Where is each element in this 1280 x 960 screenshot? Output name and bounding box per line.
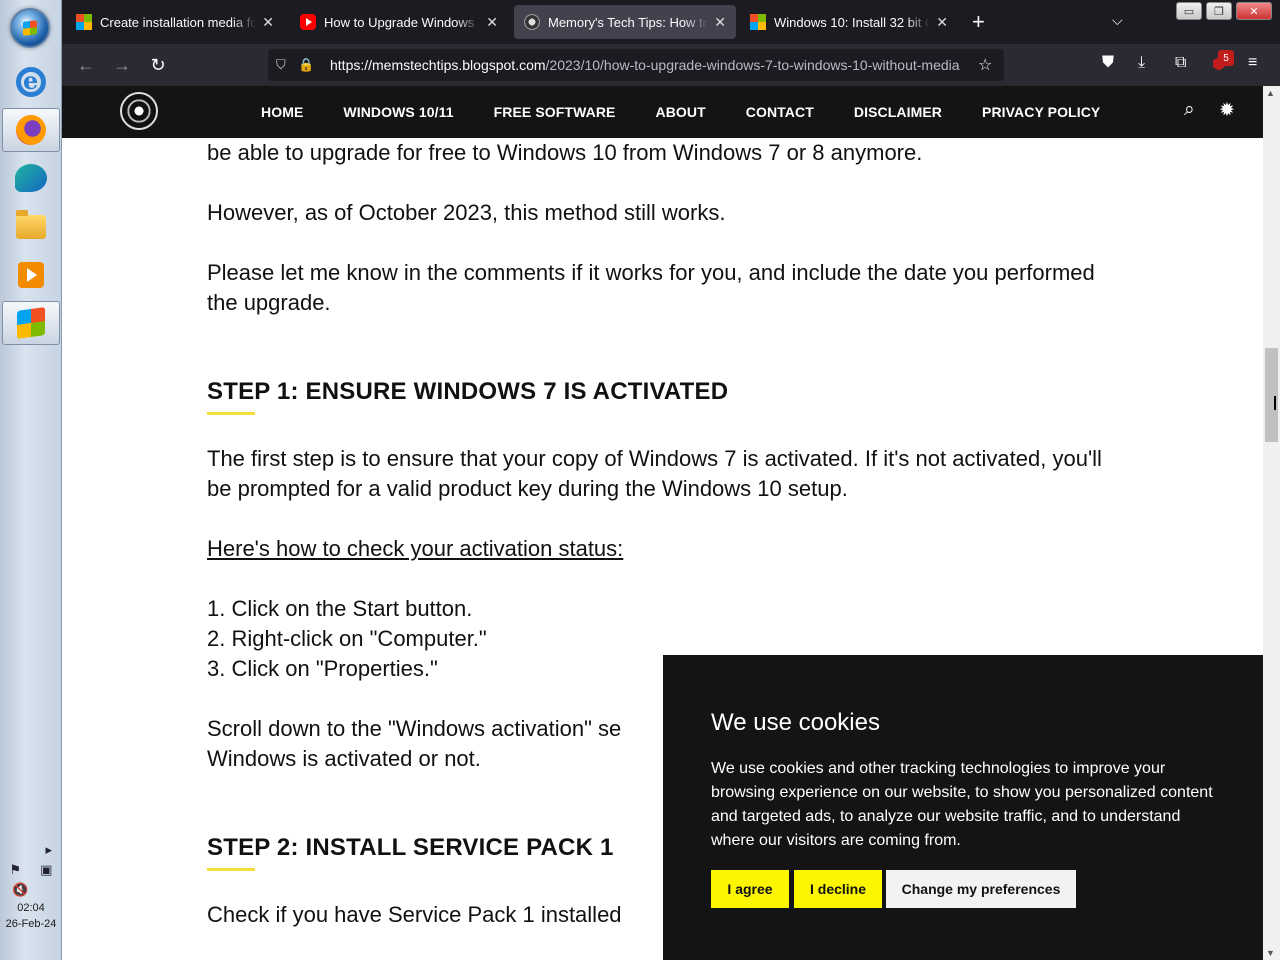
url-path: /2023/10/how-to-upgrade-windows-7-to-win… [545, 57, 960, 73]
tab-title: Memory's Tech Tips: How to Upgrade Windo… [548, 14, 709, 30]
taskbar-media-player[interactable] [2, 253, 60, 297]
scrollbar-thumb[interactable] [1265, 348, 1278, 442]
tab-title: How to Upgrade Windows 7 to Windows 10 [324, 14, 480, 30]
youtube-icon [300, 14, 316, 30]
theme-toggle-gear-icon[interactable]: ✹ [1219, 99, 1235, 122]
menu-windows[interactable]: WINDOWS 10/11 [343, 104, 453, 120]
edge-icon [15, 164, 47, 192]
clock-date: 26-Feb-24 [5, 918, 57, 930]
menu-contact[interactable]: CONTACT [746, 104, 814, 120]
step2-heading: STEP 2: INSTALL SERVICE PACK 1 [207, 834, 614, 861]
browser-tab-strip: Create installation media for Windows ✕ … [62, 0, 1280, 44]
show-hidden-icons-icon[interactable]: ▸ [45, 842, 52, 858]
window-controls: ▭ ❐ ✕ [1176, 2, 1272, 20]
memstechtips-icon [524, 14, 540, 30]
tab-create-installation-media[interactable]: Create installation media for Windows ✕ [66, 5, 284, 39]
taskbar-file-explorer[interactable] [2, 205, 60, 249]
tracking-protection-shield-icon[interactable]: ⛉ [276, 57, 298, 73]
paragraph: The first step is to ensure that your co… [207, 446, 1102, 501]
action-center-flag-icon[interactable]: ⚑ [10, 862, 22, 878]
list-all-tabs-chevron-icon[interactable]: ⌵ [1112, 12, 1123, 29]
url-host: https://memstechtips.blogspot.com [330, 57, 546, 73]
address-bar[interactable]: ⛉ 🔒 https://memstechtips.blogspot.com/20… [268, 49, 1004, 81]
taskbar-edge[interactable] [2, 156, 60, 200]
activation-status-link[interactable]: Here's how to check your activation stat… [207, 534, 623, 564]
downloads-icon[interactable]: ⤓ [1138, 54, 1145, 72]
heading-underline [207, 412, 255, 415]
scroll-down-arrow-icon[interactable]: ▼ [1266, 948, 1275, 958]
search-icon[interactable]: ⌕ [1184, 99, 1195, 121]
site-logo[interactable] [120, 92, 158, 130]
folder-icon [16, 210, 46, 239]
cookie-title: We use cookies [711, 709, 880, 736]
navigation-toolbar: ← → ↻ ⛉ 🔒 https://memstechtips.blogspot.… [62, 44, 1280, 86]
tab-title: Create installation media for Windows [100, 14, 257, 30]
paragraph: be able to upgrade for free to Windows 1… [207, 140, 923, 165]
heading-underline [207, 868, 255, 871]
list-item: 2. Right-click on "Computer." [207, 626, 487, 651]
close-tab-icon[interactable]: ✕ [262, 14, 274, 31]
site-menu: HOME WINDOWS 10/11 FREE SOFTWARE ABOUT C… [261, 86, 1140, 138]
system-tray: ▸ ⚑ ▣ 🔇 02:04 26-Feb-24 [0, 840, 62, 960]
media-player-icon [18, 262, 44, 288]
cookie-agree-button[interactable]: I agree [711, 870, 789, 908]
back-arrow-icon[interactable]: ← [74, 53, 98, 77]
menu-home[interactable]: HOME [261, 104, 303, 120]
close-tab-icon[interactable]: ✕ [486, 14, 498, 31]
pocket-icon[interactable]: ⛊ [1102, 54, 1114, 72]
cookie-decline-button[interactable]: I decline [794, 870, 882, 908]
bookmark-star-icon[interactable]: ☆ [978, 55, 1004, 75]
reload-icon[interactable]: ↻ [146, 53, 170, 77]
taskbar-windows-update[interactable] [2, 301, 60, 345]
paragraph: Please let me know in the comments if it… [207, 260, 1095, 315]
cookie-consent-banner: We use cookies We use cookies and other … [663, 655, 1263, 960]
taskbar-firefox[interactable] [2, 108, 60, 152]
tab-youtube-upgrade[interactable]: How to Upgrade Windows 7 to Windows 10 ✕ [290, 5, 508, 39]
site-header: HOME WINDOWS 10/11 FREE SOFTWARE ABOUT C… [62, 86, 1263, 138]
cookie-preferences-button[interactable]: Change my preferences [886, 870, 1076, 908]
url-text[interactable]: https://memstechtips.blogspot.com/2023/1… [320, 57, 978, 73]
close-tab-icon[interactable]: ✕ [936, 14, 948, 31]
menu-privacy-policy[interactable]: PRIVACY POLICY [982, 104, 1100, 120]
restore-button[interactable]: ❐ [1206, 2, 1232, 20]
tab-title: Windows 10: Install 32 bit OS on 64 bit [774, 14, 931, 30]
taskbar: ▸ ⚑ ▣ 🔇 02:04 26-Feb-24 [0, 0, 62, 960]
menu-disclaimer[interactable]: DISCLAIMER [854, 104, 942, 120]
step1-heading: STEP 1: ENSURE WINDOWS 7 IS ACTIVATED [207, 378, 729, 405]
mouse-cursor [1274, 396, 1280, 410]
start-button[interactable] [10, 8, 50, 48]
paragraph: However, as of October 2023, this method… [207, 200, 726, 225]
firefox-icon [16, 115, 46, 145]
cookie-body: We use cookies and other tracking techno… [711, 760, 1213, 849]
lock-icon[interactable]: 🔒 [298, 57, 320, 73]
microsoft-icon [750, 14, 766, 30]
list-item: 1. Click on the Start button. [207, 596, 473, 621]
close-window-button[interactable]: ✕ [1236, 2, 1272, 20]
volume-muted-icon[interactable]: 🔇 [12, 882, 28, 898]
taskbar-internet-explorer[interactable] [2, 60, 60, 104]
menu-about[interactable]: ABOUT [655, 104, 705, 120]
minimize-button[interactable]: ▭ [1176, 2, 1202, 20]
scroll-up-arrow-icon[interactable]: ▲ [1266, 88, 1275, 98]
menu-free-software[interactable]: FREE SOFTWARE [494, 104, 616, 120]
extensions-puzzle-icon[interactable]: ⧉ [1175, 54, 1186, 72]
extension-badge: 5 [1218, 50, 1234, 66]
new-tab-button[interactable]: + [972, 10, 985, 34]
clock-time: 02:04 [17, 902, 45, 914]
hamburger-menu-icon[interactable]: ≡ [1248, 54, 1257, 72]
tab-memstechtips[interactable]: Memory's Tech Tips: How to Upgrade Windo… [514, 5, 736, 39]
internet-explorer-icon [16, 66, 46, 97]
clock[interactable]: 02:04 26-Feb-24 [0, 900, 62, 932]
windows-logo-icon [17, 307, 45, 339]
forward-arrow-icon[interactable]: → [110, 53, 134, 77]
page-scrollbar[interactable]: ▲ ▼ [1263, 86, 1280, 960]
tab-install-32bit[interactable]: Windows 10: Install 32 bit OS on 64 bit … [740, 5, 958, 39]
microsoft-icon [76, 14, 92, 30]
network-icon[interactable]: ▣ [40, 862, 52, 878]
close-tab-icon[interactable]: ✕ [714, 14, 726, 31]
